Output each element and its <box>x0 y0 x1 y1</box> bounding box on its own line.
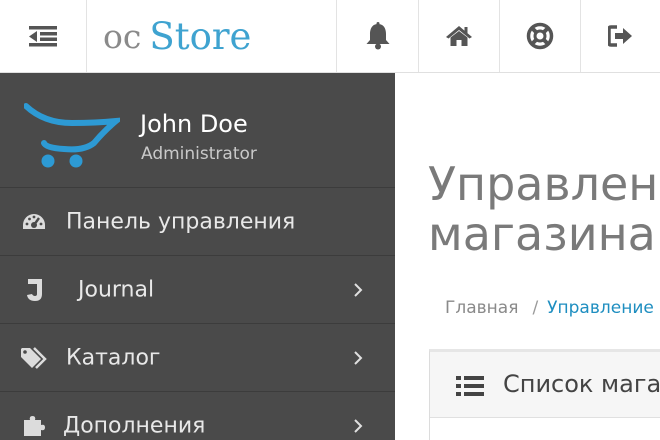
user-role: Administrator <box>141 144 257 164</box>
logo-store-text: Store <box>149 14 252 58</box>
sign-out-icon <box>607 25 632 47</box>
user-name: John Doe <box>140 110 248 138</box>
sidebar-item-journal[interactable]: Journal <box>0 256 395 324</box>
logo-oc-text: oc <box>103 16 142 56</box>
sidebar-item-catalog[interactable]: Каталог <box>0 324 395 392</box>
bell-icon <box>366 22 389 50</box>
home-icon <box>446 26 472 46</box>
dashboard-icon <box>23 213 45 229</box>
journal-icon <box>27 278 42 301</box>
chevron-right-icon <box>354 418 363 433</box>
page-title: Управление магазинами <box>428 159 660 259</box>
home-button[interactable] <box>418 0 499 72</box>
user-profile[interactable]: John Doe Administrator <box>0 73 395 188</box>
breadcrumb-home-link[interactable]: Главная <box>445 298 518 318</box>
main-content: Управление магазинами Главная / Управление… <box>395 73 660 440</box>
menu-toggle-icon <box>28 26 57 47</box>
sidebar-item-dashboard[interactable]: Панель управления <box>0 188 395 256</box>
tags-icon <box>21 346 47 369</box>
sidebar-item-label: Панель управления <box>66 209 296 234</box>
page-title-line-1: Управление <box>428 157 660 211</box>
list-icon <box>456 376 484 396</box>
puzzle-icon <box>24 415 45 436</box>
top-header: oc Store <box>0 0 660 73</box>
panel-title: Список магазинов <box>503 370 660 398</box>
sidebar-item-label: Дополнения <box>63 413 206 438</box>
logout-button[interactable] <box>580 0 660 72</box>
life-ring-icon <box>526 22 554 50</box>
page-title-line-2: магазинами <box>428 207 660 261</box>
cart-logo-icon <box>24 103 120 168</box>
sidebar-item-label: Journal <box>78 277 155 302</box>
sidebar: John Doe Administrator Панель управления… <box>0 73 395 440</box>
chevron-right-icon <box>354 350 363 365</box>
sidebar-item-addons[interactable]: Дополнения <box>0 392 395 440</box>
chevron-right-icon <box>354 282 363 297</box>
menu-toggle-button[interactable] <box>0 0 85 72</box>
help-button[interactable] <box>499 0 580 72</box>
notifications-button[interactable] <box>336 0 418 72</box>
panel-heading: Список магазинов <box>430 352 660 418</box>
ocstore-logo[interactable]: oc Store <box>86 0 336 72</box>
breadcrumb-separator: / <box>532 298 539 318</box>
stores-panel: Список магазинов <box>429 349 660 440</box>
sidebar-item-label: Каталог <box>66 345 161 370</box>
breadcrumb-current-link[interactable]: Управление магазинами <box>547 298 660 318</box>
breadcrumb: Главная / Управление магазинами <box>445 298 660 318</box>
